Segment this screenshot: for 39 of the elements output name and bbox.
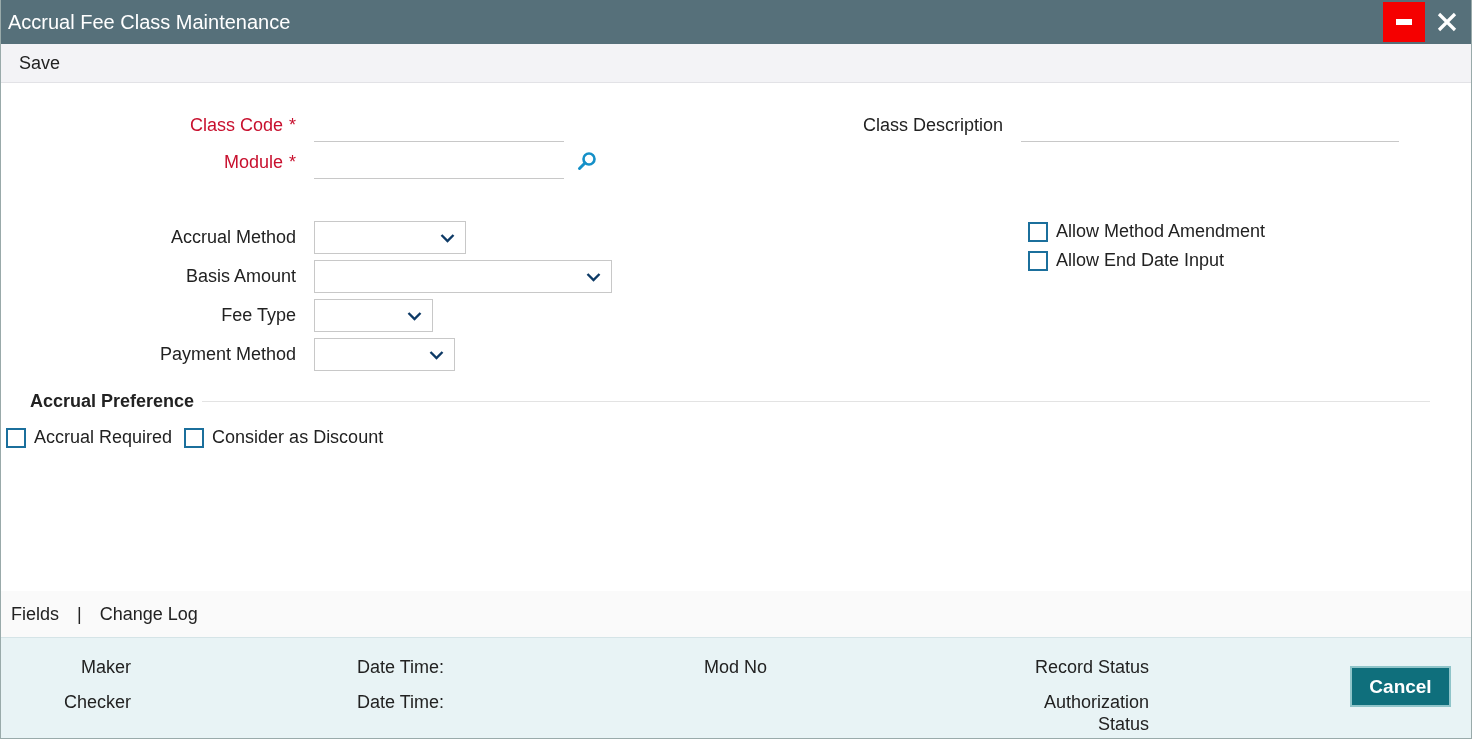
audit-label: Date Time:	[357, 691, 446, 713]
footer-tab[interactable]: Change Log	[99, 603, 198, 625]
cancel-button[interactable]: Cancel	[1350, 666, 1451, 707]
field-label: Module	[223, 152, 283, 173]
chevron-icon	[586, 271, 601, 282]
audit-label: Record Status	[1033, 656, 1149, 678]
checkbox[interactable]	[6, 427, 26, 448]
audit-label: Authorization Status	[1042, 691, 1149, 735]
field-label: Basis Amount	[184, 266, 296, 287]
checkbox-label: Allow Method Amendment	[1056, 221, 1266, 242]
checkbox-label: Accrual Required	[34, 427, 173, 448]
separator: |	[77, 603, 82, 625]
field-label: Payment Method	[158, 344, 296, 365]
footer-tab[interactable]: Fields	[11, 603, 59, 625]
required-marker: *	[289, 115, 296, 136]
section-title: Accrual Preference	[30, 391, 195, 412]
audit-label: Maker	[80, 656, 131, 678]
minimize-button[interactable]	[1383, 2, 1425, 42]
checkbox[interactable]	[1028, 221, 1048, 242]
audit-label: Date Time:	[357, 656, 446, 678]
checkbox[interactable]	[1028, 250, 1048, 271]
checkbox-label: Allow End Date Input	[1056, 250, 1225, 271]
audit-label: Checker	[62, 691, 131, 713]
checkbox[interactable]	[184, 427, 205, 448]
chevron-icon	[429, 349, 444, 360]
close-icon[interactable]	[1435, 10, 1459, 34]
field-label: Accrual Method	[169, 227, 296, 248]
audit-label: Mod No	[704, 656, 769, 678]
field-label: Class Description	[861, 115, 1003, 137]
chevron-icon	[440, 232, 455, 243]
required-marker: *	[289, 152, 296, 173]
checkbox-label: Consider as Discount	[212, 427, 384, 448]
window-title: Accrual Fee Class Maintenance	[8, 10, 292, 34]
search-icon[interactable]	[577, 151, 597, 171]
field-label: Class Code	[189, 115, 283, 136]
minimize-icon	[1396, 19, 1412, 25]
chevron-icon	[407, 310, 422, 321]
field-label: Fee Type	[220, 305, 296, 326]
save-button[interactable]: Save	[19, 52, 61, 74]
